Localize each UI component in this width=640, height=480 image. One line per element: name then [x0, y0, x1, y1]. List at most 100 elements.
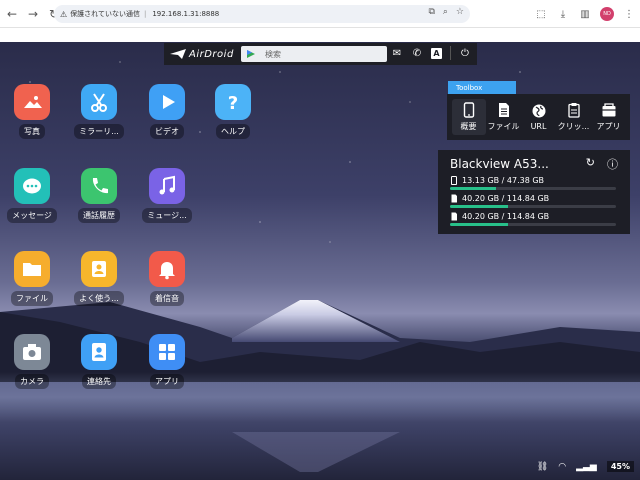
address-bar[interactable]: ⚠ 保護されていない通信 | 192.168.1.31:8888 ⧉ ⌕ ☆: [54, 5, 470, 23]
device-info-panel: Blackview A53... ↻ ⓘ 13.13 GB / 47.38 GB…: [438, 150, 630, 234]
translate-icon[interactable]: ⧉: [428, 7, 434, 17]
logo-text: AirDroid: [189, 48, 234, 60]
app-tile[interactable]: カメラ: [0, 334, 64, 402]
tool-label: アプリ: [596, 122, 621, 131]
app-label: カメラ: [15, 374, 49, 389]
toolbox-panel: 概要 ファイル URL クリッ... アプリ: [447, 94, 630, 140]
url-text: 192.168.1.31:8888: [152, 10, 220, 18]
airdroid-logo: AirDroid: [170, 49, 234, 60]
app-icon-tile: [81, 168, 117, 204]
extensions-icon[interactable]: ⬚: [530, 5, 552, 23]
forward-icon[interactable]: →: [24, 5, 42, 23]
app-tile[interactable]: ファイル: [0, 251, 64, 319]
download-icon[interactable]: ⤓: [552, 5, 574, 23]
app-tile[interactable]: ? ヘルプ: [201, 84, 265, 152]
topbar-divider: [450, 46, 451, 60]
warning-icon: ⚠: [60, 9, 68, 19]
storage-item: 13.13 GB / 47.38 GB: [450, 176, 622, 190]
storage-row: 40.20 GB / 114.84 GB: [450, 212, 622, 221]
phone-storage-icon: [451, 176, 457, 185]
app-icon-tile: [149, 168, 185, 204]
storage-row: 13.13 GB / 47.38 GB: [450, 176, 622, 185]
storage-text: 40.20 GB / 114.84 GB: [462, 194, 550, 203]
tool-apps[interactable]: アプリ: [592, 102, 626, 132]
sd-card-icon: [451, 194, 457, 203]
app-icon-tile: [14, 84, 50, 120]
refresh-icon[interactable]: ↻: [586, 156, 595, 172]
storage-text: 40.20 GB / 114.84 GB: [462, 212, 550, 221]
app-label: 連絡先: [82, 374, 116, 389]
toolbox-tab[interactable]: Toolbox: [448, 81, 516, 94]
tool-label: URL: [530, 122, 547, 131]
globe-icon: [532, 104, 545, 118]
app-tile[interactable]: 着信音: [135, 251, 199, 319]
power-icon[interactable]: ⏻: [459, 46, 471, 60]
svg-text:?: ?: [228, 93, 238, 113]
music-icon: [159, 175, 175, 195]
back-icon[interactable]: ←: [3, 5, 21, 23]
app-icon-tile: [81, 251, 117, 287]
app-box-icon: [602, 103, 615, 117]
app-tile[interactable]: メッセージ: [0, 168, 64, 236]
storage-bar: [450, 205, 616, 208]
browser-toolbar: ← → ↻ ⚠ 保護されていない通信 | 192.168.1.31:8888 ⧉…: [0, 0, 640, 28]
keyboard-a-icon[interactable]: A: [431, 47, 442, 59]
app-tile[interactable]: ビデオ: [135, 84, 199, 152]
phone-call-icon[interactable]: ✆: [411, 46, 423, 60]
sd-card-icon: [451, 212, 457, 221]
zoom-icon[interactable]: ⌕: [443, 7, 448, 17]
menu-kebab-icon[interactable]: ⋮: [618, 5, 640, 23]
side-panel-icon[interactable]: ▥: [574, 5, 596, 23]
tool-clipboard[interactable]: クリッ...: [557, 102, 591, 132]
storage-row: 40.20 GB / 114.84 GB: [450, 194, 622, 203]
app-tile[interactable]: アプリ: [135, 334, 199, 402]
app-tile[interactable]: ミラーリ...: [67, 84, 131, 152]
app-label: ヘルプ: [216, 124, 250, 139]
app-icon-tile: ?: [215, 84, 251, 120]
app-label: ファイル: [11, 291, 53, 306]
phone-overview-icon: [463, 102, 474, 118]
app-label: アプリ: [150, 374, 184, 389]
link-icon: ⛓: [536, 461, 549, 472]
app-tile[interactable]: 通話履歴: [67, 168, 131, 236]
frequent-contacts-icon: [92, 261, 106, 277]
file-icon: [498, 103, 509, 117]
help-icon: ?: [228, 93, 238, 113]
mail-icon[interactable]: ✉: [391, 46, 403, 60]
app-label: ミュージ...: [142, 208, 192, 223]
device-name: Blackview A53...: [450, 157, 549, 171]
tool-url[interactable]: URL: [522, 103, 556, 131]
contacts-icon: [92, 343, 106, 361]
bookmark-star-icon[interactable]: ☆: [456, 7, 464, 17]
storage-text: 13.13 GB / 47.38 GB: [462, 176, 545, 185]
storage-bar-fill: [450, 223, 509, 226]
storage-bar-fill: [450, 205, 509, 208]
tool-overview[interactable]: 概要: [451, 99, 486, 135]
security-label: 保護されていない通信: [70, 10, 140, 18]
app-tile[interactable]: 写真: [0, 84, 64, 152]
camera-icon: [23, 344, 41, 360]
profile-button[interactable]: ND: [596, 5, 618, 23]
app-icon-tile: [149, 334, 185, 370]
google-play-icon: [247, 50, 255, 58]
tool-files[interactable]: ファイル: [487, 102, 521, 132]
app-tile[interactable]: ミュージ...: [135, 168, 199, 236]
app-label: 通話履歴: [78, 208, 120, 223]
photos-icon: [24, 96, 42, 108]
search-placeholder: 検索: [265, 49, 281, 59]
status-bar: ⛓ ◠ ▂▃▅ 45%: [537, 461, 634, 472]
folder-icon: [23, 263, 41, 276]
search-input[interactable]: 検索: [241, 46, 387, 62]
app-tile[interactable]: 連絡先: [67, 334, 131, 402]
airdroid-plane-icon: [170, 49, 186, 59]
app-icon-tile: [14, 251, 50, 287]
scissors-icon: [91, 93, 107, 112]
info-icon[interactable]: ⓘ: [607, 156, 618, 172]
page-top-strip: [0, 28, 640, 42]
app-tile[interactable]: よく使う...: [67, 251, 131, 319]
app-icon-tile: [81, 334, 117, 370]
profile-avatar: ND: [600, 7, 614, 21]
tool-label: ファイル: [487, 122, 520, 131]
video-play-icon: [163, 95, 175, 109]
tool-label: クリッ...: [557, 122, 590, 131]
